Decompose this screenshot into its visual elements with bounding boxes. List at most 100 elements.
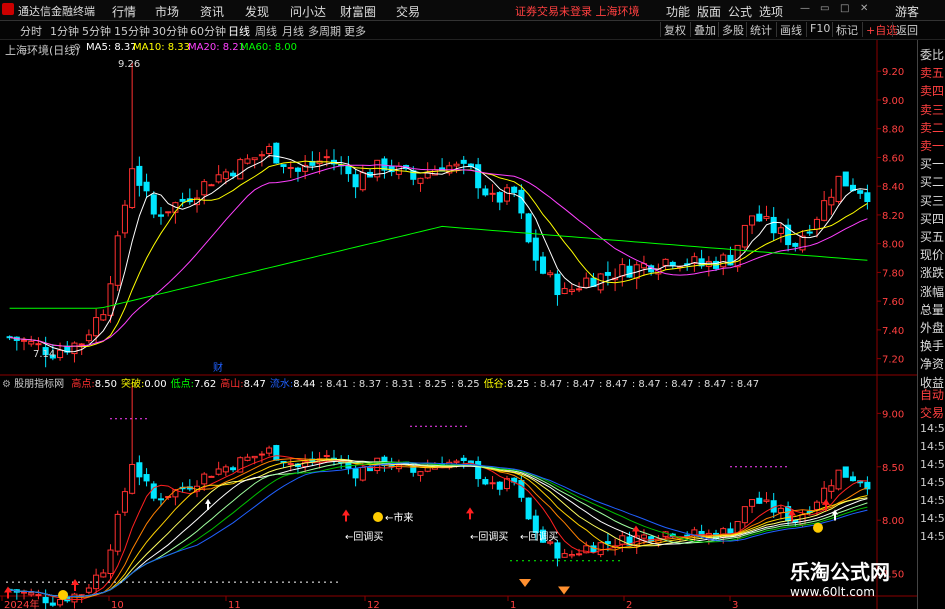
kline-candle (201, 181, 208, 196)
period-tab[interactable]: 月线 (282, 23, 304, 39)
settings-icon[interactable]: ⚙ (73, 43, 81, 53)
menu-news[interactable]: 资讯 (200, 3, 224, 20)
toolbar-button[interactable]: 统计 (746, 22, 775, 37)
ind-candle (460, 457, 467, 461)
ind-candle (835, 469, 842, 490)
toolbar-button[interactable]: 叠加 (690, 22, 719, 37)
period-tab[interactable]: 15分钟 (114, 23, 150, 39)
kline-candle (525, 213, 532, 243)
kline-candle (266, 146, 273, 155)
ind-candle (741, 506, 748, 524)
kline-chart[interactable]: 9.20 9.00 8.80 8.60 8.40 8.20 8.00 7.80 7.60 7.40… (0, 40, 917, 609)
ind-candle (57, 599, 64, 606)
ind-candle (208, 475, 215, 478)
period-tab[interactable]: 60分钟 (190, 23, 226, 39)
quote-label: 买四 (920, 211, 945, 226)
close-icon[interactable]: ✕ (860, 3, 868, 14)
kline-candle (662, 258, 669, 266)
ind-candle (20, 591, 28, 594)
kline-candle (20, 339, 28, 342)
signal-label: ←回调买 (345, 531, 383, 543)
menu-formula[interactable]: 公式 (728, 3, 752, 20)
user-guest[interactable]: 游客 (895, 3, 919, 20)
ind-candle (85, 587, 92, 593)
y-tick-label: 8.50 (882, 463, 904, 474)
kline-candle (539, 256, 547, 274)
toolbar-button[interactable]: 多股 (718, 22, 747, 37)
quote-label: 卖五 (920, 66, 945, 81)
back-button[interactable]: 返回 (892, 22, 921, 37)
indicator-value: : 8.47 (697, 379, 727, 390)
maximize-icon[interactable]: □ (840, 3, 849, 14)
ind-candle (201, 473, 208, 485)
kline-candle (756, 213, 763, 222)
low-price-label: 7.14 (33, 349, 56, 360)
y-tick-label: 8.40 (882, 182, 904, 193)
login-notice[interactable]: 证券交易未登录 上海环境 (515, 3, 640, 19)
ind-candle (453, 460, 460, 463)
tick-time: 14:56 (920, 422, 945, 435)
period-tab[interactable]: 多周期 (308, 23, 341, 39)
kline-candle (179, 198, 186, 202)
y-tick-label: 8.00 (882, 240, 904, 251)
period-tab[interactable]: 分时 (20, 23, 42, 39)
period-tab[interactable]: 5分钟 (82, 23, 111, 39)
app-title: 通达信金融终端 (18, 5, 95, 18)
kline-candle (475, 164, 482, 189)
quote-label[interactable]: 自动 (920, 386, 944, 403)
tick-time: 14:56 (920, 494, 945, 507)
toolbar-button[interactable]: 画线 (776, 22, 805, 37)
ind-candle (518, 480, 525, 498)
y-tick-label: 8.00 (882, 516, 904, 527)
restore-icon[interactable]: ▭ (820, 3, 829, 14)
menu-function[interactable]: 功能 (666, 3, 690, 20)
kline-candle (359, 172, 366, 191)
indicator-value: 高山:8.47 (220, 379, 266, 390)
kline-candle (734, 244, 741, 268)
kline-candle (806, 231, 813, 234)
period-tab[interactable]: 1分钟 (50, 23, 79, 39)
menu-trade[interactable]: 交易 (396, 3, 420, 20)
toolbar-button[interactable]: 复权 (660, 22, 689, 37)
menu-quotes[interactable]: 行情 (112, 3, 136, 20)
ind-candle (157, 498, 165, 501)
menu-ask[interactable]: 问小达 (290, 3, 326, 20)
ind-candle (28, 592, 35, 596)
indicator-value: : 8.47 (598, 379, 628, 390)
quote-label: 买三 (920, 193, 945, 208)
signal-label: ←市来 (385, 511, 413, 524)
quote-label: 卖四 (920, 84, 945, 99)
period-tab[interactable]: 30分钟 (152, 23, 188, 39)
kline-candle (417, 177, 424, 184)
menu-market[interactable]: 市场 (155, 3, 179, 20)
ind-candle (136, 462, 143, 478)
settings-icon[interactable]: ⚙ (2, 379, 11, 390)
period-tab-more[interactable]: 更多 (344, 23, 366, 39)
kline-candle (777, 227, 784, 234)
tick-time: 14:56 (920, 458, 945, 471)
kline-candle (547, 272, 554, 276)
ind-candle (648, 536, 655, 542)
toolbar-button[interactable]: F10 (806, 22, 833, 37)
minimize-icon[interactable]: — (800, 3, 810, 14)
quote-label[interactable]: 交易 (920, 404, 944, 421)
ind-candle (359, 466, 366, 481)
period-tab[interactable]: 周线 (255, 23, 277, 39)
menu-wealth[interactable]: 财富圈 (340, 3, 376, 20)
x-tick-label: 12 (367, 600, 380, 609)
x-tick-label: 10 (111, 600, 124, 609)
menu-options[interactable]: 选项 (759, 3, 783, 20)
ma5-label: MA5: 8.37 (86, 42, 137, 53)
tick-time: 14:56 (920, 440, 945, 453)
finance-event-marker[interactable]: 财 (213, 359, 223, 374)
menu-layout[interactable]: 版面 (697, 3, 721, 20)
toolbar-button[interactable]: 标记 (832, 22, 861, 37)
kline-candle (626, 265, 633, 278)
kline-candle (835, 175, 842, 203)
indicator-value: : 8.25 (418, 379, 447, 390)
period-tab-active[interactable]: 日线 (228, 23, 250, 39)
kline-candle (129, 168, 136, 208)
ind-candle (561, 553, 568, 558)
menu-discover[interactable]: 发现 (245, 3, 269, 20)
ind-candle (496, 481, 503, 490)
